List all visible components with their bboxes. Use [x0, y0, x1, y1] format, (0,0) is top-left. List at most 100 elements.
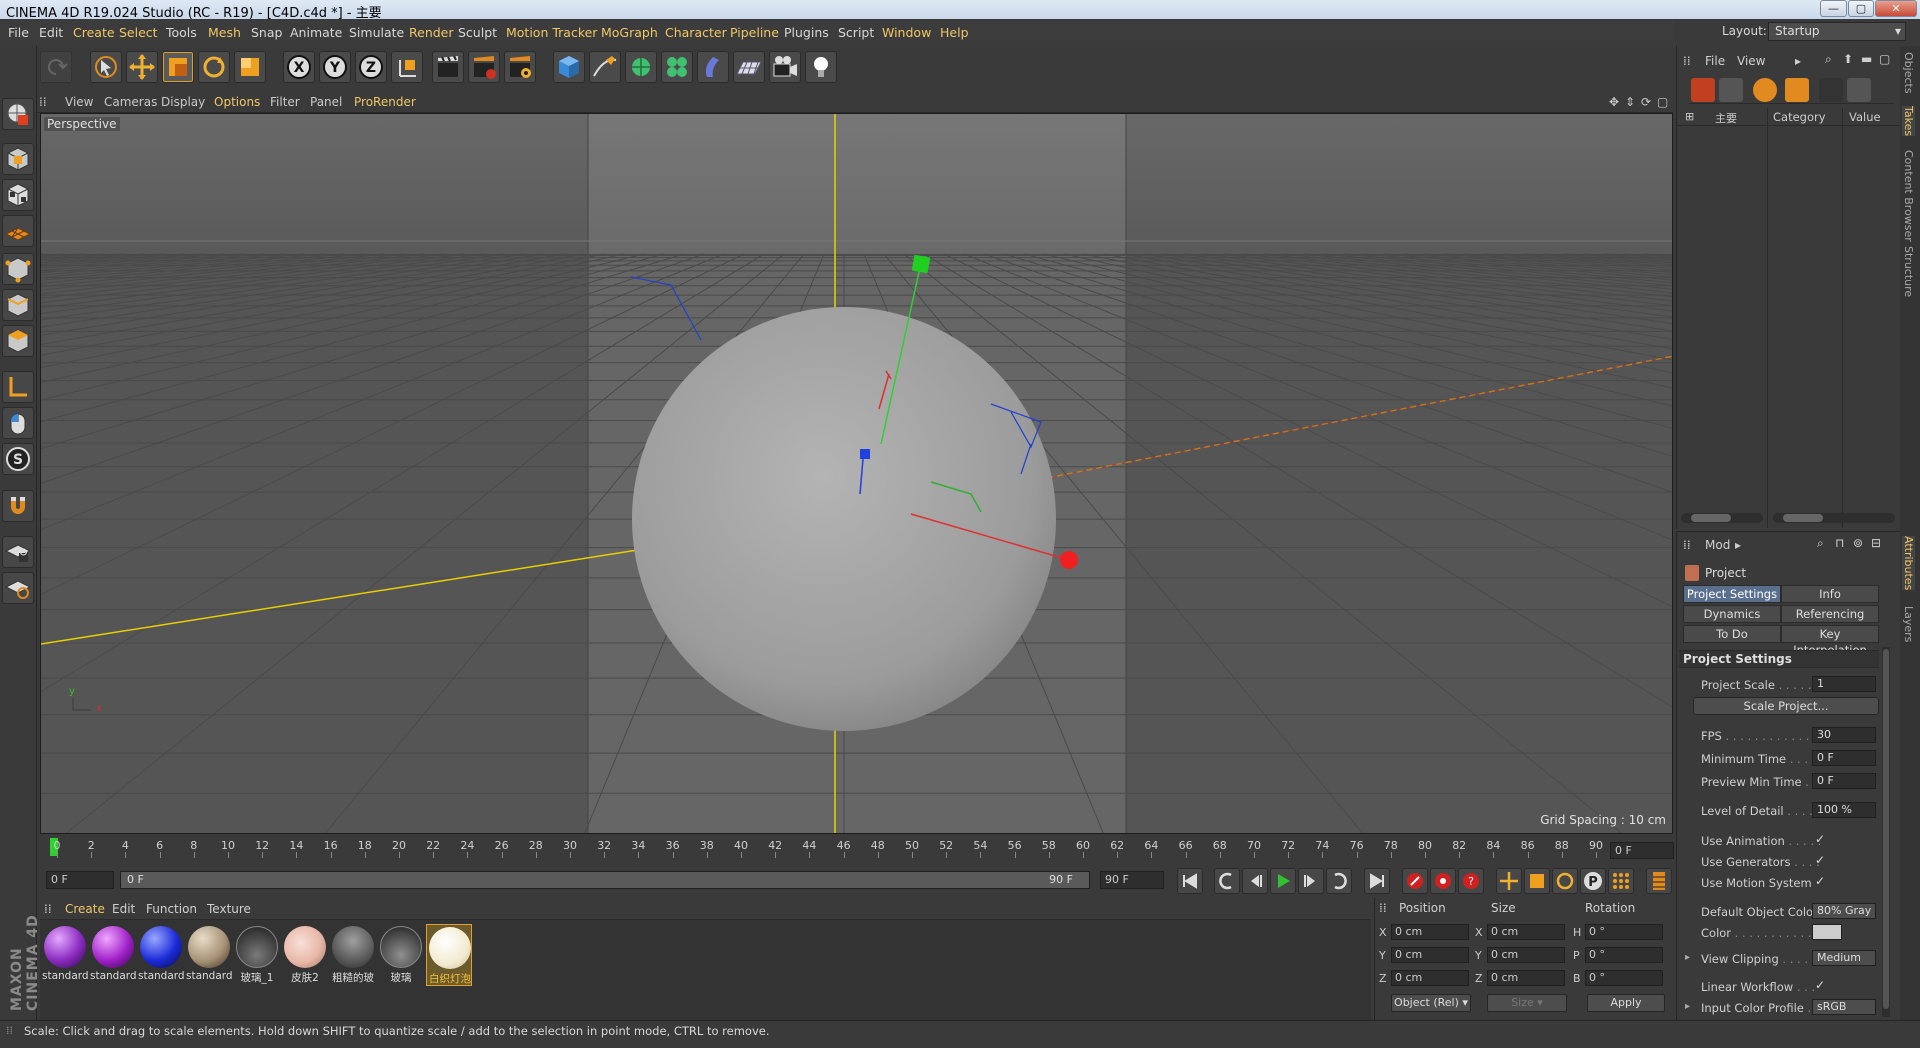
tab-structure[interactable]: Structure	[1902, 246, 1915, 297]
parameter-track-button[interactable]: P	[1580, 868, 1606, 894]
tab-attributes[interactable]: Attributes	[1902, 536, 1915, 591]
size-mode-dropdown[interactable]: Size ▾	[1487, 994, 1567, 1012]
timeline-layout-button[interactable]	[1646, 868, 1672, 894]
rotation-h-field[interactable]: 0 °	[1585, 924, 1663, 940]
recent-tool-button[interactable]	[234, 51, 266, 83]
tab-project-settings[interactable]: Project Settings	[1683, 585, 1781, 603]
make-editable-button[interactable]	[2, 98, 34, 130]
rotate-view-icon[interactable]: ⟳	[1641, 95, 1651, 109]
default-object-color-dropdown[interactable]: 80% Gray	[1812, 903, 1876, 919]
tab-objects[interactable]: Objects	[1902, 52, 1915, 94]
search-icon[interactable]: ⌕	[1825, 52, 1832, 67]
use-motion-system-checkbox[interactable]: ✓	[1815, 874, 1825, 888]
cube-object-button[interactable]	[553, 51, 585, 83]
attr-menu-mode[interactable]: Mod	[1705, 538, 1730, 552]
menu-create[interactable]: Create	[73, 25, 115, 40]
apply-button[interactable]: Apply	[1587, 994, 1665, 1012]
rotation-track-button[interactable]	[1552, 868, 1578, 894]
viewport-menu-options[interactable]: Options	[214, 95, 260, 109]
scale-track-button[interactable]	[1524, 868, 1550, 894]
lock-workplane-button[interactable]	[2, 536, 34, 568]
input-color-profile-dropdown[interactable]: sRGB	[1812, 999, 1876, 1015]
floor-object-button[interactable]	[733, 51, 765, 83]
material-item[interactable]: 玻璃_1	[234, 924, 280, 986]
viewport-menu-cameras[interactable]: Cameras	[104, 95, 157, 109]
material-item[interactable]: standard	[42, 924, 88, 986]
play-button[interactable]	[1270, 868, 1296, 894]
live-selection-button[interactable]	[90, 51, 122, 83]
next-key-button[interactable]	[1326, 868, 1352, 894]
menu-snap[interactable]: Snap	[251, 25, 282, 40]
zoom-view-icon[interactable]: ⇕	[1625, 95, 1635, 109]
previous-frame-button[interactable]	[1242, 868, 1268, 894]
snap-button[interactable]	[2, 490, 34, 522]
render-settings-button[interactable]	[504, 51, 536, 83]
viewport-menu-prorender[interactable]: ProRender	[354, 95, 416, 109]
tab-dynamics[interactable]: Dynamics	[1683, 605, 1781, 623]
model-mode-button[interactable]	[2, 143, 34, 175]
timeline-ruler[interactable]: 0 2 4 6 8 10 12 14 16 18 20 22 24 26 28 30 32 34 36 38 40 42 4…	[40, 834, 1673, 860]
menu-window[interactable]: Window	[882, 25, 931, 40]
z-scale-handle[interactable]	[860, 449, 870, 459]
color-swatch[interactable]	[1812, 924, 1842, 940]
menu-motion-tracker[interactable]: Motion Tracker	[506, 25, 597, 40]
material-item[interactable]: 皮肤2	[282, 924, 328, 986]
window-icon[interactable]: ▢	[1879, 52, 1890, 66]
record-active-objects-button[interactable]	[1402, 868, 1428, 894]
current-frame-field[interactable]: 0 F	[1610, 842, 1674, 859]
play-small-icon[interactable]: ▸	[1795, 54, 1801, 68]
project-scale-field[interactable]: 1	[1812, 676, 1876, 692]
linear-workflow-checkbox[interactable]: ✓	[1815, 978, 1825, 992]
move-view-icon[interactable]: ✥	[1609, 95, 1619, 109]
polygons-mode-button[interactable]	[2, 325, 34, 357]
menu-mograph[interactable]: MoGraph	[601, 25, 658, 40]
rotation-p-field[interactable]: 0 °	[1585, 947, 1663, 963]
planar-workplane-button[interactable]	[2, 572, 34, 604]
expand-icon[interactable]: ⊞	[1685, 110, 1694, 123]
fps-field[interactable]: 30	[1812, 727, 1876, 743]
menu-sculpt[interactable]: Sculpt	[458, 25, 497, 40]
object-menu-file[interactable]: File	[1705, 54, 1725, 68]
expand-arrow-icon[interactable]: ▸	[1685, 952, 1690, 963]
go-to-end-button[interactable]	[1364, 868, 1390, 894]
go-to-start-button[interactable]	[1177, 868, 1203, 894]
autokeying-button[interactable]	[1430, 868, 1456, 894]
menu-edit[interactable]: Edit	[39, 25, 63, 40]
material-item[interactable]: standard	[186, 924, 232, 986]
move-tool-button[interactable]	[126, 51, 158, 83]
settings-icon[interactable]: ⊚	[1853, 536, 1863, 550]
menu-mesh[interactable]: Mesh	[208, 25, 241, 40]
menu-script[interactable]: Script	[838, 25, 874, 40]
lock-icon[interactable]: ⊓	[1835, 536, 1844, 550]
view-clipping-dropdown[interactable]: Medium	[1812, 950, 1876, 966]
menu-simulate[interactable]: Simulate	[349, 25, 404, 40]
render-view-button[interactable]	[432, 51, 464, 83]
rotate-tool-button[interactable]	[198, 51, 230, 83]
size-y-field[interactable]: 0 cm	[1487, 947, 1565, 963]
previous-key-button[interactable]	[1214, 868, 1240, 894]
tab-layers[interactable]: Layers	[1902, 606, 1915, 642]
take-override-icon[interactable]	[1719, 78, 1743, 102]
menu-file[interactable]: File	[8, 25, 29, 40]
take-lock-icon[interactable]	[1785, 78, 1809, 102]
preview-min-time-field[interactable]: 0 F	[1812, 773, 1876, 789]
viewport-menu-panel[interactable]: Panel	[310, 95, 342, 109]
menu-plugins[interactable]: Plugins	[784, 25, 829, 40]
tab-takes[interactable]: Takes	[1902, 106, 1915, 137]
keyframe-selection-button[interactable]: ?	[1458, 868, 1484, 894]
expand-arrow-icon[interactable]: ▸	[1685, 1001, 1690, 1012]
search-icon[interactable]: ⌕	[1817, 536, 1824, 551]
next-frame-button[interactable]	[1298, 868, 1324, 894]
material-item[interactable]: 玻璃	[378, 924, 424, 986]
menu-tools[interactable]: Tools	[166, 25, 197, 40]
up-arrow-icon[interactable]: ⬆	[1843, 52, 1853, 66]
viewport-menu-display[interactable]: Display	[161, 95, 205, 109]
tab-referencing[interactable]: Referencing	[1781, 605, 1879, 623]
size-z-field[interactable]: 0 cm	[1487, 970, 1565, 986]
menu-help[interactable]: Help	[940, 25, 969, 40]
new-window-icon[interactable]: ▬	[1861, 52, 1872, 66]
material-menu-create[interactable]: Create	[65, 902, 105, 916]
x-axis-lock-button[interactable]: X	[283, 51, 315, 83]
tab-info[interactable]: Info	[1781, 585, 1879, 603]
take-settings-icon[interactable]	[1847, 78, 1871, 102]
